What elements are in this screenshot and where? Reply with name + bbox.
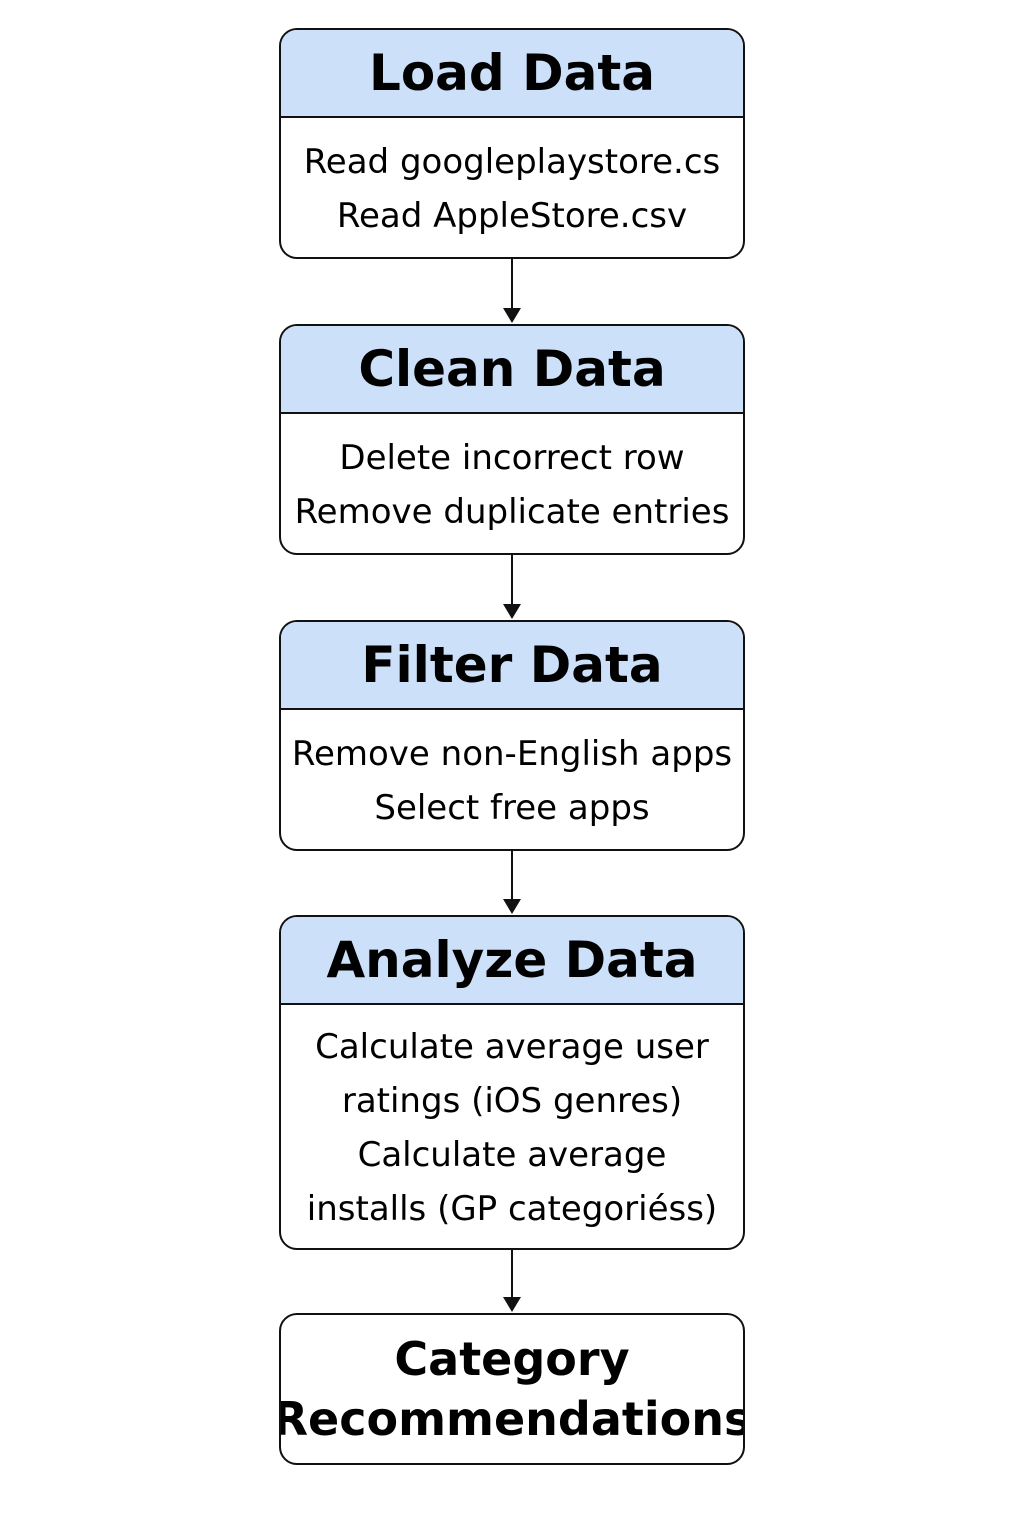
arrow-3 [503,851,521,914]
arrow-1 [503,259,521,323]
arrow-2 [503,555,521,619]
flow-arrows [503,259,521,1312]
arrow-4 [503,1250,521,1312]
